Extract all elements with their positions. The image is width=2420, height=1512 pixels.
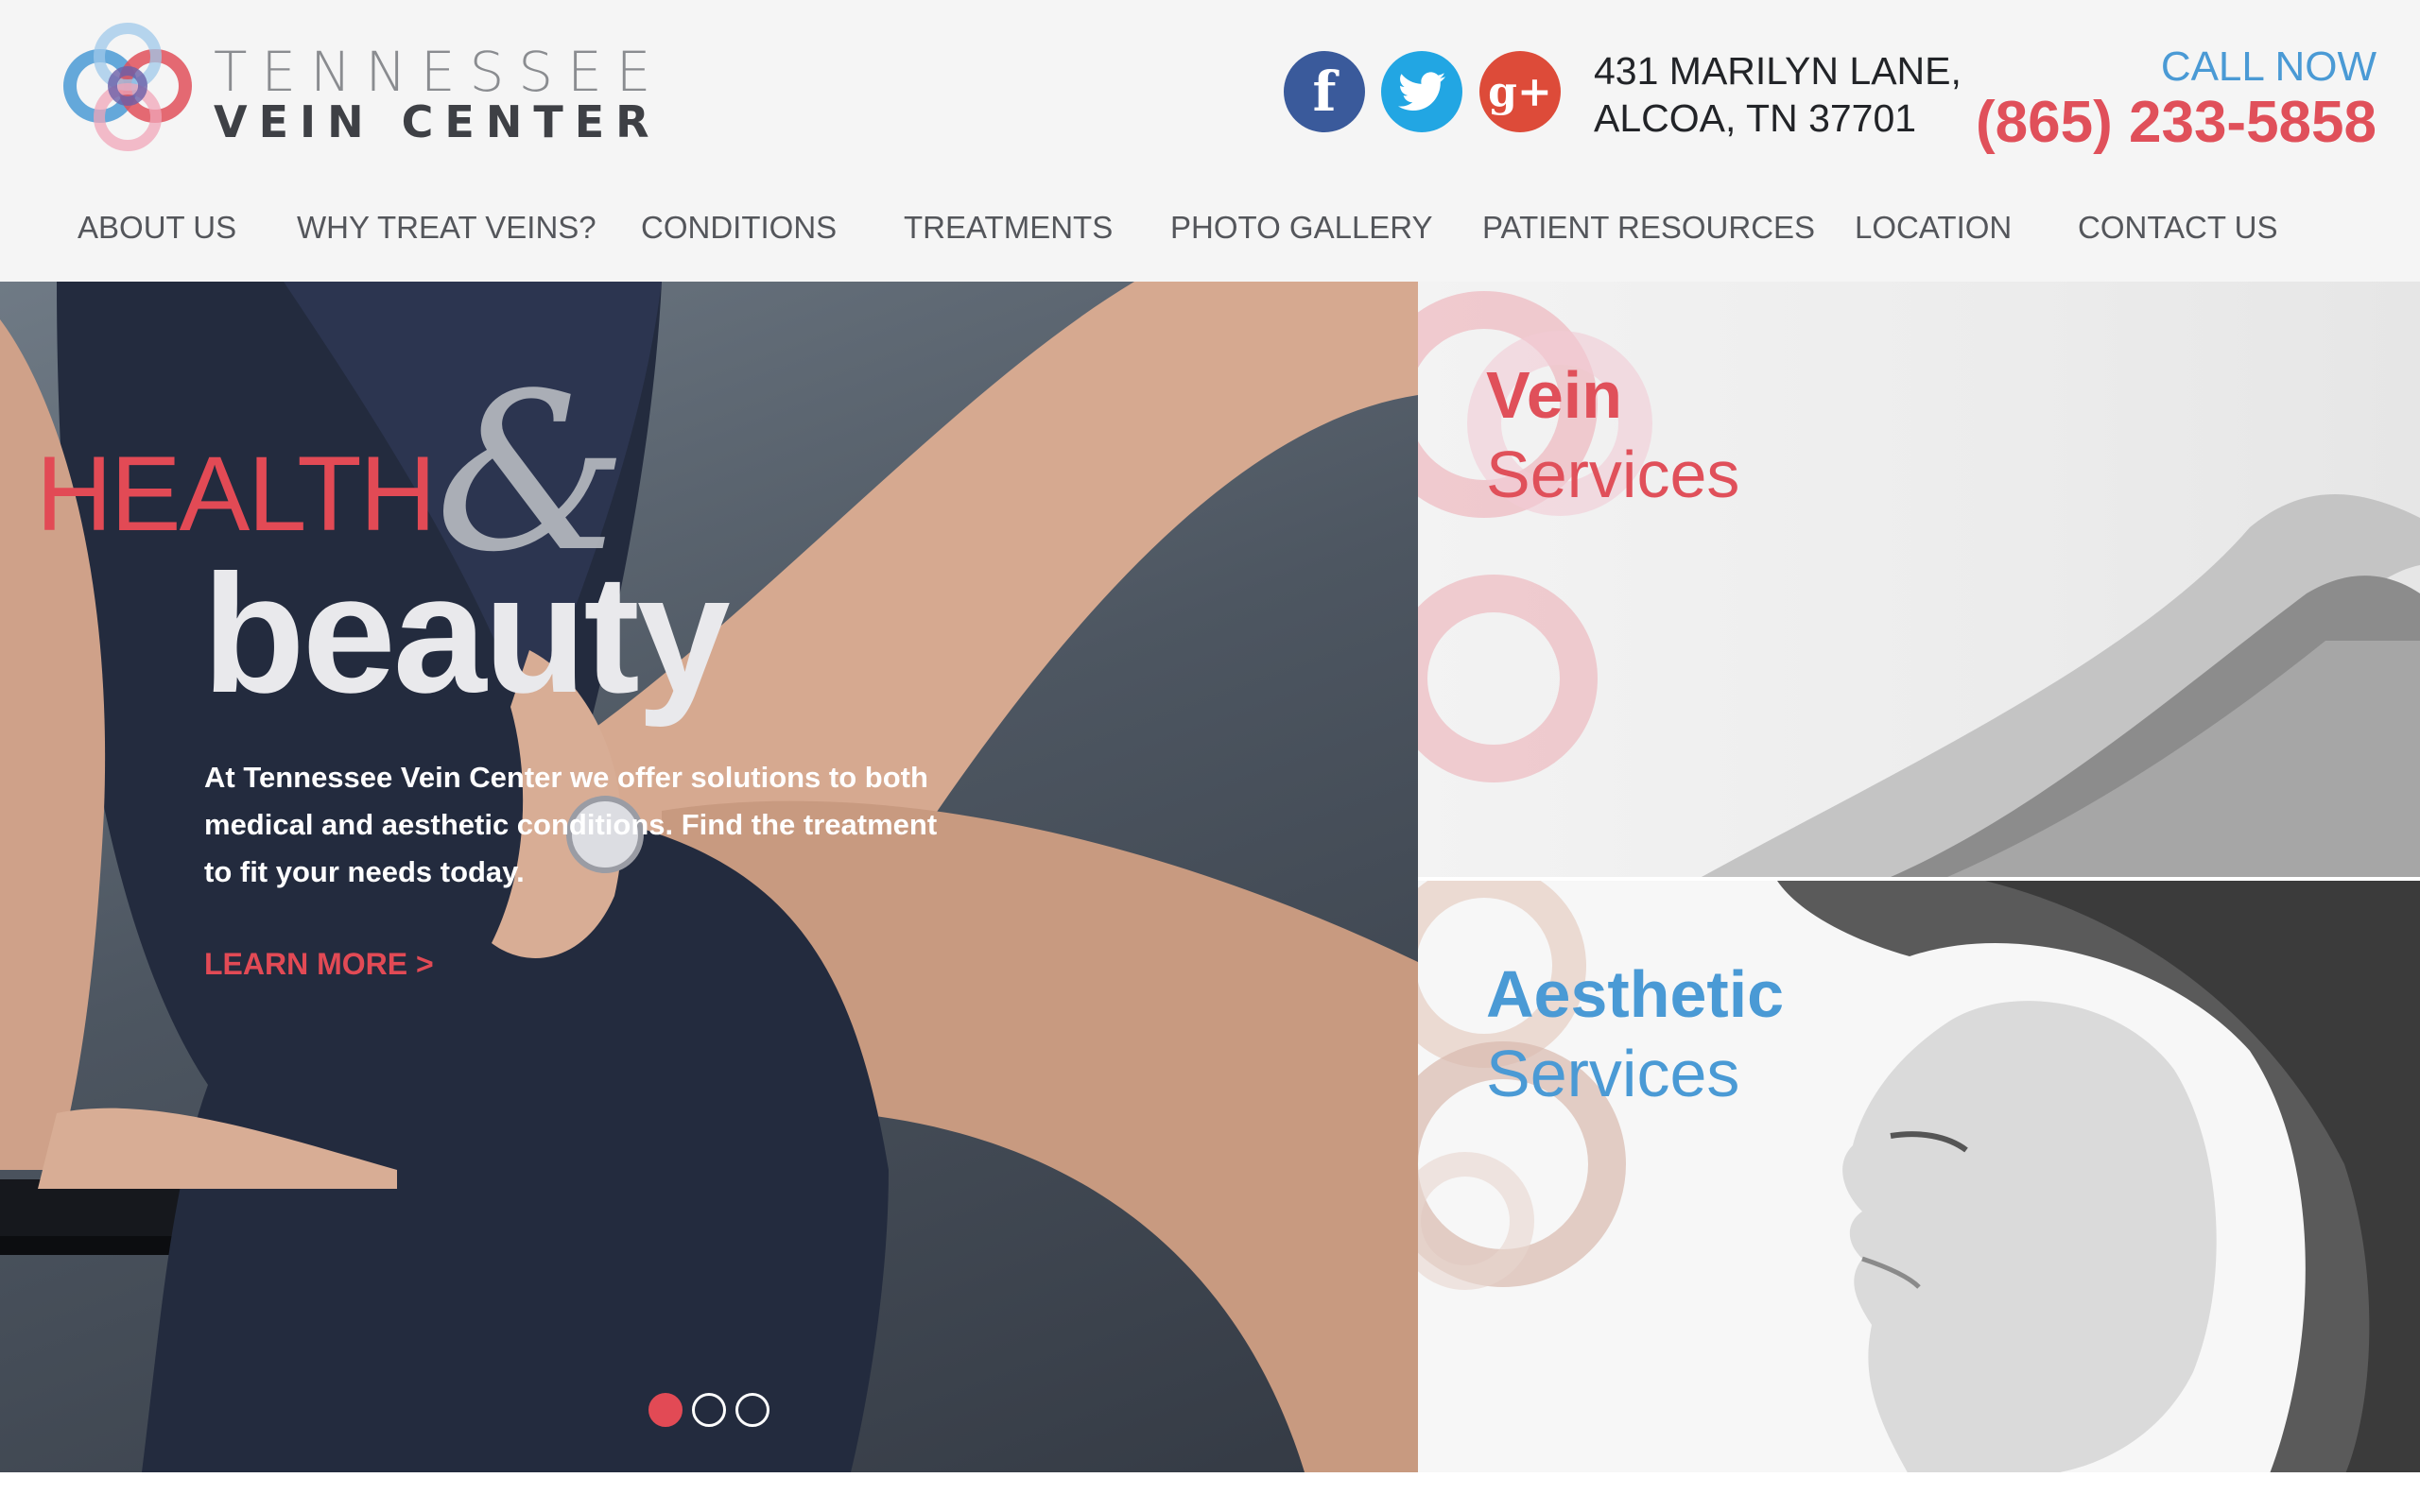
hero-heading-beauty: beauty: [202, 540, 731, 728]
slider-dot-3[interactable]: [735, 1393, 769, 1427]
phone-number-link[interactable]: (865) 233-5858: [1976, 89, 2377, 156]
facebook-icon: f: [1312, 60, 1337, 124]
nav-conditions[interactable]: CONDITIONS: [641, 210, 837, 246]
clinic-address: 431 MARILYN LANE, ALCOA, TN 37701: [1594, 47, 1962, 142]
twitter-icon: [1398, 72, 1445, 111]
site-header: TENNESSEE VEIN CENTER f g+ 431 MARILYN L…: [0, 0, 2420, 282]
slider-dot-1[interactable]: [648, 1393, 683, 1427]
nav-location[interactable]: LOCATION: [1855, 210, 2012, 246]
address-line-1: 431 MARILYN LANE,: [1594, 49, 1962, 93]
vein-services-panel[interactable]: Vein Services: [1418, 282, 2420, 877]
nav-why-treat-veins[interactable]: WHY TREAT VEINS?: [297, 210, 596, 246]
twitter-link[interactable]: [1381, 51, 1462, 132]
vein-panel-title: Vein: [1486, 358, 1622, 432]
slider-pagination: [648, 1393, 769, 1427]
facebook-link[interactable]: f: [1284, 51, 1365, 132]
google-plus-icon: g+: [1488, 67, 1552, 116]
address-line-2: ALCOA, TN 37701: [1594, 96, 1917, 140]
call-now-label: CALL NOW: [2160, 43, 2377, 90]
logo-text-bottom: VEIN CENTER: [214, 96, 661, 147]
nav-treatments[interactable]: TREATMENTS: [904, 210, 1113, 246]
nav-photo-gallery[interactable]: PHOTO GALLERY: [1170, 210, 1433, 246]
google-plus-link[interactable]: g+: [1479, 51, 1561, 132]
hero-description: At Tennessee Vein Center we offer soluti…: [204, 761, 938, 888]
aesthetic-services-panel[interactable]: Aesthetic Services: [1418, 877, 2420, 1472]
nav-about-us[interactable]: ABOUT US: [78, 210, 236, 246]
page-bottom-strip: [0, 1472, 2420, 1512]
learn-more-link[interactable]: LEARN MORE >: [204, 947, 434, 982]
aesthetic-panel-title: Aesthetic: [1486, 957, 1785, 1031]
logo-mark-icon: [63, 23, 192, 151]
slider-dot-2[interactable]: [692, 1393, 726, 1427]
vein-panel-subtitle: Services: [1486, 438, 1740, 511]
hero-slider: HEALTH & beauty At Tennessee Vein Center…: [0, 282, 1418, 1472]
nav-contact-us[interactable]: CONTACT US: [2078, 210, 2277, 246]
main-navigation: ABOUT US WHY TREAT VEINS? CONDITIONS TRE…: [0, 189, 2420, 265]
site-logo[interactable]: TENNESSEE VEIN CENTER: [59, 17, 664, 155]
logo-text-top: TENNESSEE: [214, 40, 666, 104]
aesthetic-panel-subtitle: Services: [1486, 1037, 1740, 1110]
nav-patient-resources[interactable]: PATIENT RESOURCES: [1482, 210, 1815, 246]
